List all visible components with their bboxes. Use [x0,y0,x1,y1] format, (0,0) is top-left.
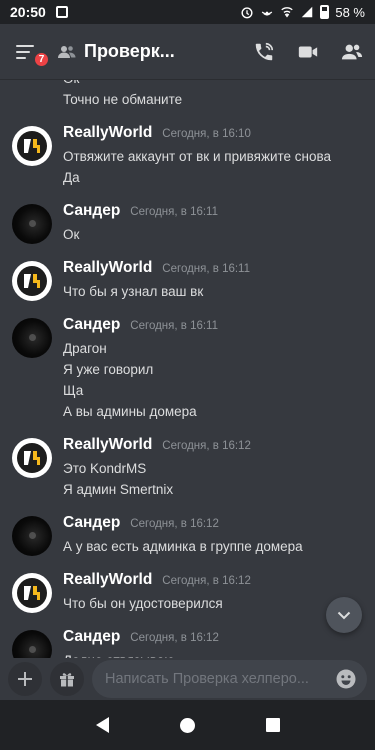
reallyworld-logo-icon [24,139,40,153]
reallyworld-logo-icon [24,586,40,600]
alarm-icon [241,7,253,19]
message-text: Я уже говорил [63,362,154,377]
message-continuation: Ок Точно не обманите [0,80,375,110]
message-group: ReallyWorld Сегодня, в 16:12 Что бы он уд… [0,571,375,614]
message-text: Ок [63,227,80,242]
message-group: ReallyWorld Сегодня, в 16:12 Это KondrMS … [0,436,375,500]
battery-level: 58 % [335,4,365,20]
message-group: Сандер Сегодня, в 16:11 Ок [0,202,375,245]
message-input[interactable] [105,671,335,687]
avatar[interactable] [12,630,52,658]
author-name[interactable]: ReallyWorld [63,571,152,589]
message-input-wrapper [92,660,367,698]
message-text: Драгон [63,341,107,356]
author-name[interactable]: Сандер [63,202,120,220]
hotspot-icon [262,11,273,16]
message-group: Сандер Сегодня, в 16:11 Драгон Я уже гово… [0,316,375,422]
recent-apps-icon[interactable] [265,718,280,732]
signal-icon [302,6,313,18]
message-composer [0,658,375,700]
message-text: Отвяжите аккаунт от вк и привяжите снова [63,149,332,164]
emoji-icon[interactable] [335,668,357,690]
message-text: Точно не обманите [63,92,183,107]
chevron-down-icon [337,611,351,620]
people-icon [58,42,78,62]
message-group: Сандер Сегодня, в 16:12 А у вас есть адми… [0,514,375,557]
gift-button[interactable] [50,662,84,696]
message-text: Я админ Smertnix [63,482,174,497]
author-name[interactable]: Сандер [63,514,120,532]
message-timestamp: Сегодня, в 16:11 [130,320,218,332]
message-text: А вы админы домера [63,404,197,419]
avatar[interactable] [12,573,52,613]
status-time: 20:50 [10,4,46,20]
message-timestamp: Сегодня, в 16:12 [162,440,251,452]
status-bar: 20:50 58 % [0,0,375,24]
author-name[interactable]: Сандер [63,628,120,646]
plus-icon [18,672,32,686]
avatar[interactable] [12,516,52,556]
status-icons: 58 % [240,5,365,20]
back-icon[interactable] [95,717,109,733]
avatar[interactable] [12,126,52,166]
message-text: А у вас есть админка в группе домера [63,539,303,554]
home-icon[interactable] [179,717,195,733]
author-name[interactable]: ReallyWorld [63,259,152,277]
message-text: Что бы я узнал ваш вк [63,284,204,299]
avatar[interactable] [12,204,52,244]
message-timestamp: Сегодня, в 16:12 [130,632,219,644]
avatar[interactable] [12,438,52,478]
author-name[interactable]: ReallyWorld [63,436,152,454]
message-group: ReallyWorld Сегодня, в 16:11 Что бы я узн… [0,259,375,302]
gift-icon [60,673,74,687]
scroll-to-bottom-button[interactable] [326,597,362,633]
message-timestamp: Сегодня, в 16:12 [162,575,251,587]
author-name[interactable]: Сандер [63,316,120,334]
header-actions [253,41,363,63]
message-group: ReallyWorld Сегодня, в 16:10 Отвяжите акк… [0,124,375,188]
hamburger-icon[interactable]: 7 [16,38,50,68]
message-text: Что бы он удостоверился [63,596,223,611]
message-timestamp: Сегодня, в 16:11 [162,263,250,275]
video-icon[interactable] [297,41,319,63]
reallyworld-logo-icon [24,274,40,288]
channel-title[interactable]: Проверк... [84,41,175,62]
wifi-icon [281,7,294,18]
message-timestamp: Сегодня, в 16:12 [130,518,219,530]
notification-badge: 7 [33,50,50,68]
channel-header: 7 Проверк... [0,24,375,80]
message-text: Дадно отвязываю [63,650,363,658]
message-text: Это KondrMS [63,461,147,476]
image-notification-icon [55,6,68,18]
author-name[interactable]: ReallyWorld [63,124,152,142]
message-group: Сандер Сегодня, в 16:12 Дадно отвязываю [0,628,375,658]
message-text: Ща [63,383,84,398]
add-attachment-button[interactable] [8,662,42,696]
phone-icon[interactable] [253,41,275,63]
message-timestamp: Сегодня, в 16:10 [162,128,251,140]
members-icon[interactable] [341,41,363,63]
reallyworld-logo-icon [24,451,40,465]
message-list[interactable]: Ок Точно не обманите ReallyWorld Сегодня,… [0,80,375,658]
avatar[interactable] [12,261,52,301]
system-navigation-bar [0,700,375,750]
battery-icon [320,5,330,19]
avatar[interactable] [12,318,52,358]
message-timestamp: Сегодня, в 16:11 [130,206,218,218]
message-text: Ок [63,80,375,89]
message-text: Да [63,170,80,185]
